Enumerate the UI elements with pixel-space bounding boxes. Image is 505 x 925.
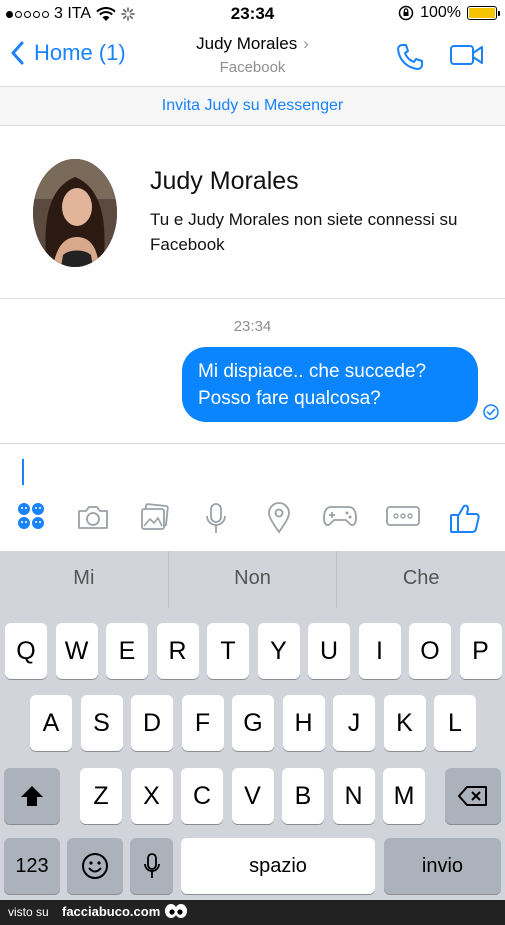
composer-divider	[0, 443, 505, 444]
stickers-icon[interactable]	[17, 502, 45, 530]
key-x[interactable]: X	[130, 768, 173, 824]
eyes-logo-icon	[165, 904, 187, 918]
profile-name: Judy Morales	[150, 167, 299, 195]
space-key[interactable]: spazio	[181, 838, 375, 894]
microphone-icon[interactable]	[205, 502, 227, 536]
key-n[interactable]: N	[332, 768, 375, 824]
orientation-lock-icon	[398, 5, 414, 21]
composer-toolbar	[0, 502, 505, 546]
suggestion-1[interactable]: Mi	[0, 551, 169, 608]
key-h[interactable]: H	[282, 695, 325, 751]
camera-icon[interactable]	[76, 502, 110, 532]
key-e[interactable]: E	[106, 623, 148, 679]
key-u[interactable]: U	[308, 623, 350, 679]
navigation-bar: Home (1) Judy Morales › Facebook	[0, 28, 505, 86]
dictation-key[interactable]	[130, 838, 173, 894]
keyboard: Mi Non Che QWERTYUIOP ASDFGHJKL ZXCVBNM 12…	[0, 551, 505, 901]
key-m[interactable]: M	[383, 768, 425, 824]
key-y[interactable]: Y	[257, 623, 300, 679]
location-icon[interactable]	[267, 502, 291, 534]
suggestion-3[interactable]: Che	[337, 551, 505, 608]
key-z[interactable]: Z	[80, 768, 122, 824]
profile-card: Judy Morales Tu e Judy Morales non siete…	[0, 127, 505, 299]
key-d[interactable]: D	[131, 695, 173, 751]
key-a[interactable]: A	[30, 695, 72, 751]
avatar[interactable]	[33, 159, 117, 267]
key-w[interactable]: W	[55, 623, 98, 679]
shift-key[interactable]	[4, 768, 60, 824]
key-c[interactable]: C	[181, 768, 223, 824]
message-timestamp: 23:34	[233, 318, 272, 335]
contact-name: Judy Morales	[196, 34, 298, 53]
numbers-key[interactable]: 123	[4, 838, 60, 894]
chevron-right-icon: ›	[303, 34, 309, 53]
photos-icon[interactable]	[139, 502, 171, 532]
key-o[interactable]: O	[409, 623, 451, 679]
delivered-check-icon	[483, 404, 499, 420]
watermark-footer: visto su facciabuco.com	[0, 900, 505, 925]
status-right: 100%	[398, 4, 500, 22]
invite-banner[interactable]: Invita Judy su Messenger	[0, 86, 505, 126]
key-f[interactable]: F	[181, 695, 224, 751]
key-r[interactable]: R	[156, 623, 199, 679]
emoji-key[interactable]	[67, 838, 123, 894]
return-key[interactable]: invio	[384, 838, 501, 894]
key-s[interactable]: S	[80, 695, 123, 751]
outgoing-message-bubble[interactable]: Mi dispiace.. che succede? Posso fare qu…	[182, 347, 478, 422]
footer-visto: visto su	[8, 905, 49, 919]
key-i[interactable]: I	[358, 623, 401, 679]
delete-key[interactable]	[445, 768, 501, 824]
key-g[interactable]: G	[232, 695, 274, 751]
predictive-bar: Mi Non Che	[0, 551, 505, 608]
key-v[interactable]: V	[231, 768, 274, 824]
status-bar: 3 ITA 23:34 100%	[0, 0, 505, 28]
key-t[interactable]: T	[207, 623, 249, 679]
video-call-icon[interactable]	[449, 42, 485, 68]
more-icon[interactable]	[385, 502, 421, 530]
suggestion-2[interactable]: Non	[169, 551, 338, 608]
battery-percent: 100%	[420, 4, 461, 21]
like-icon[interactable]	[449, 502, 481, 534]
key-q[interactable]: Q	[5, 623, 47, 679]
microphone-icon	[143, 853, 160, 878]
phone-call-icon[interactable]	[395, 42, 425, 72]
key-b[interactable]: B	[282, 768, 324, 824]
backspace-icon	[458, 786, 487, 806]
emoji-icon	[82, 853, 108, 879]
connection-status-text: Tu e Judy Morales non siete connessi su …	[150, 210, 458, 254]
games-icon[interactable]	[322, 502, 358, 530]
footer-brand: facciabuco.com	[62, 904, 161, 919]
key-k[interactable]: K	[383, 695, 426, 751]
message-input-cursor[interactable]	[22, 459, 24, 485]
shift-arrow-icon	[21, 786, 43, 806]
battery-icon	[467, 6, 500, 20]
key-j[interactable]: J	[333, 695, 375, 751]
key-p[interactable]: P	[459, 623, 502, 679]
key-l[interactable]: L	[434, 695, 476, 751]
